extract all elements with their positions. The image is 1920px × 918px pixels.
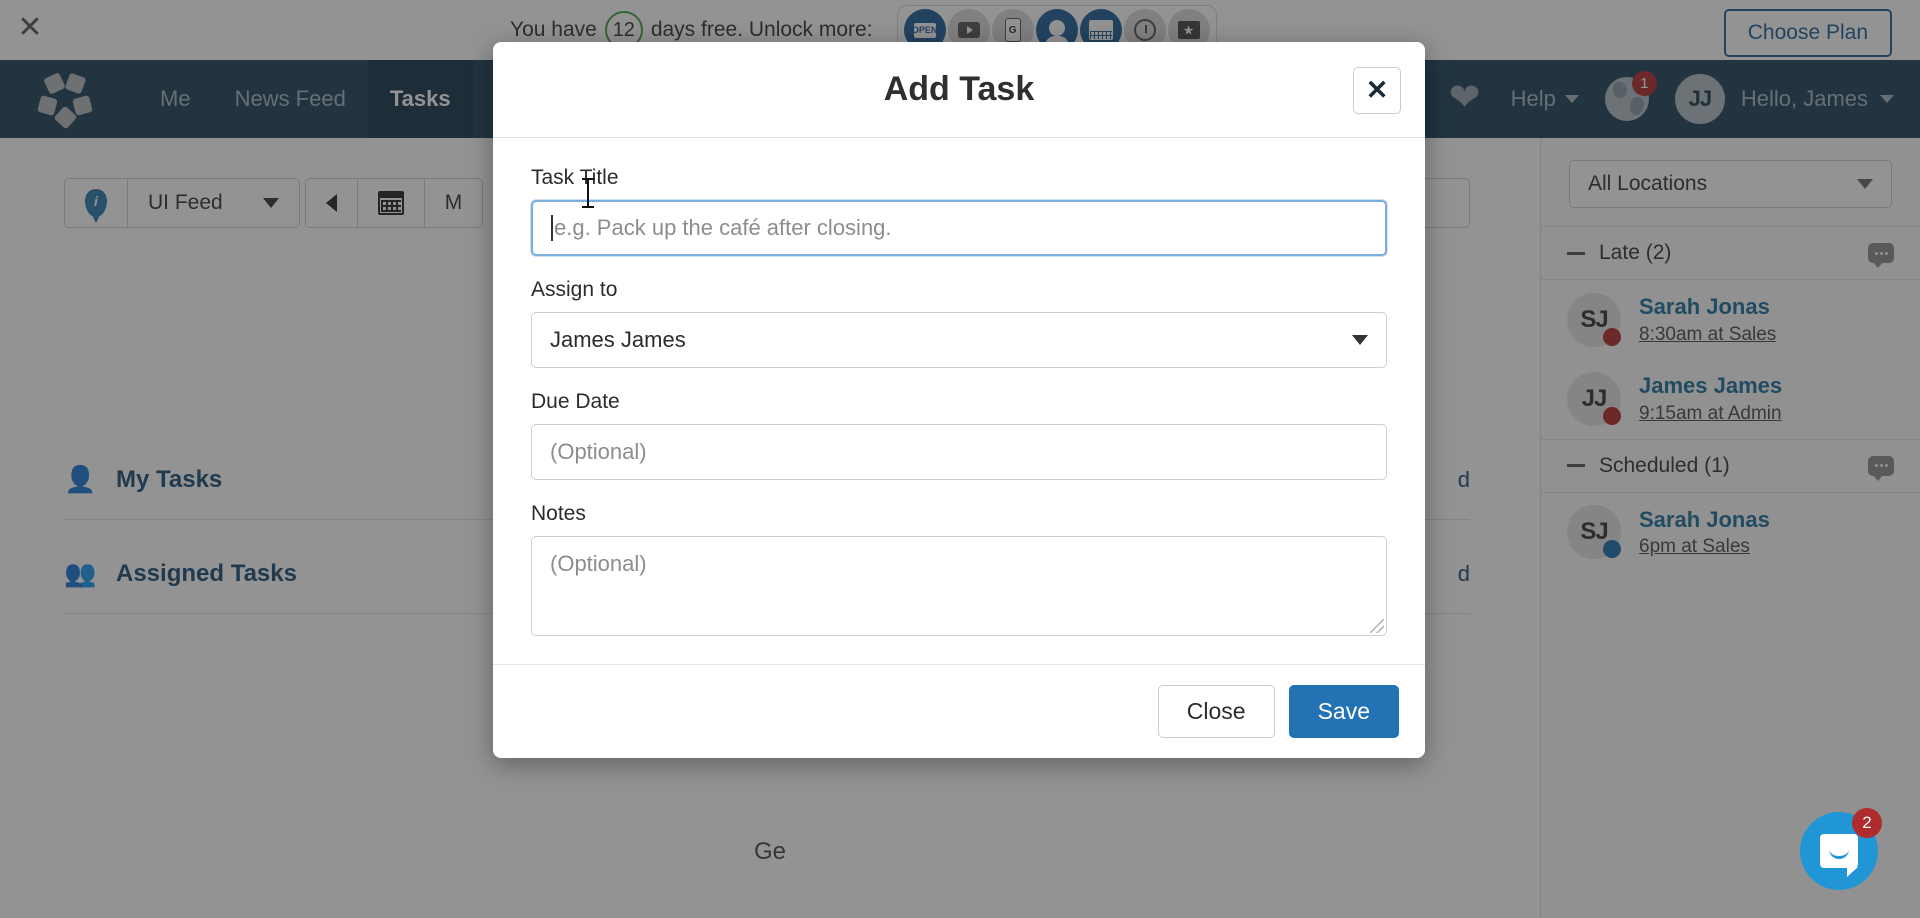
app-root: ✕ You have 12 days free. Unlock more: OP… — [0, 0, 1920, 918]
task-title-label: Task Title — [531, 166, 619, 189]
notes-textarea[interactable]: (Optional) — [531, 536, 1387, 636]
text-caret — [551, 215, 553, 241]
task-title-input[interactable]: e.g. Pack up the café after closing. — [531, 200, 1387, 256]
resize-handle-icon[interactable] — [1370, 619, 1384, 633]
chat-unread-badge: 2 — [1852, 808, 1882, 838]
assign-to-label: Assign to — [531, 278, 618, 301]
page-title: Add Task — [883, 70, 1035, 108]
add-task-modal: Add Task ✕ Task Title e.g. Pack up the c… — [493, 42, 1425, 759]
field-due-date: Due Date (Optional) — [531, 390, 1387, 480]
save-button[interactable]: Save — [1288, 685, 1399, 739]
field-task-title: Task Title e.g. Pack up the café after c… — [531, 166, 1387, 256]
due-date-input[interactable]: (Optional) — [531, 424, 1387, 480]
modal-header: Add Task ✕ — [493, 42, 1425, 138]
field-notes: Notes (Optional) — [531, 502, 1387, 636]
assign-to-value: James James — [550, 327, 686, 352]
task-title-placeholder: e.g. Pack up the café after closing. — [554, 215, 892, 240]
due-date-label: Due Date — [531, 390, 620, 413]
notes-placeholder: (Optional) — [550, 551, 647, 576]
close-button[interactable]: Close — [1157, 685, 1275, 739]
field-assign-to: Assign to James James — [531, 278, 1387, 368]
close-icon[interactable]: ✕ — [1353, 67, 1401, 114]
due-date-placeholder: (Optional) — [550, 439, 647, 464]
notes-label: Notes — [531, 502, 586, 525]
modal-footer: Close Save — [493, 664, 1425, 758]
chevron-down-icon — [1352, 335, 1368, 345]
chat-bubble-glyph — [1820, 834, 1858, 877]
chat-launcher-icon[interactable]: 2 — [1800, 808, 1882, 890]
assign-to-select[interactable]: James James — [531, 312, 1387, 368]
modal-body: Task Title e.g. Pack up the café after c… — [493, 138, 1425, 664]
